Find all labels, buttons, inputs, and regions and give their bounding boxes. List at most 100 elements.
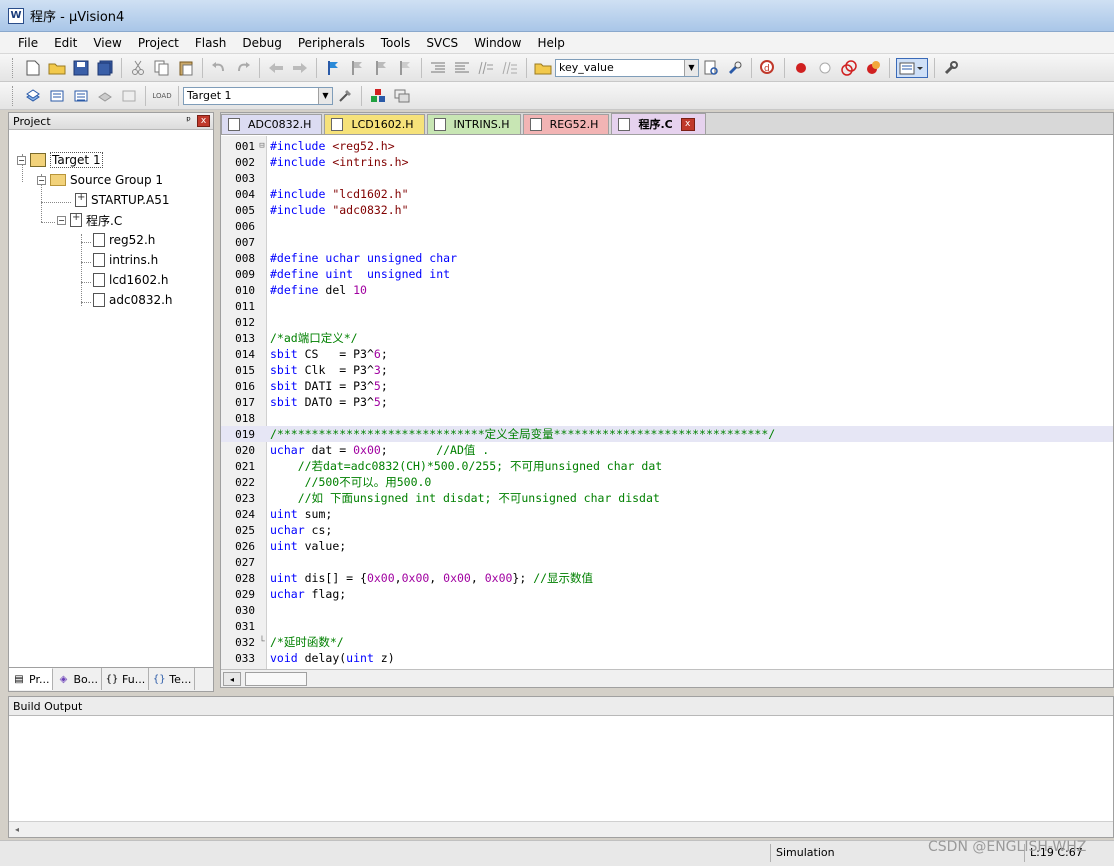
code-line[interactable]: 004 #include "lcd1602.h": [221, 186, 1113, 202]
tree-item-main-c[interactable]: − 程序.C: [57, 210, 122, 230]
nav-back-icon[interactable]: [266, 58, 286, 78]
tab-functions[interactable]: {} Fu...: [102, 668, 150, 690]
chevron-down-icon[interactable]: ▼: [684, 59, 698, 76]
code-line[interactable]: 031: [221, 618, 1113, 634]
target-combo[interactable]: Target 1 ▼: [183, 86, 333, 105]
insert-breakpoint-icon[interactable]: [791, 58, 811, 78]
indent-icon[interactable]: [428, 58, 448, 78]
collapse-icon[interactable]: −: [57, 215, 66, 225]
code-line[interactable]: 032 └/*延时函数*/: [221, 634, 1113, 650]
tree-item-target[interactable]: − Target 1: [17, 150, 103, 170]
tab-templates[interactable]: {} Te...: [149, 668, 196, 690]
tree-item-include[interactable]: intrins.h: [93, 250, 158, 270]
save-icon[interactable]: [71, 58, 91, 78]
toolbar-grip[interactable]: [12, 57, 15, 78]
code-line[interactable]: 023 //如 下面unsigned int disdat; 不可unsigne…: [221, 490, 1113, 506]
build-icon[interactable]: [47, 86, 67, 106]
manage-components-icon[interactable]: [368, 86, 388, 106]
unindent-icon[interactable]: [452, 58, 472, 78]
wrench-icon[interactable]: [941, 58, 961, 78]
bookmark-icon[interactable]: [323, 58, 343, 78]
code-line[interactable]: 008 #define uchar unsigned char: [221, 250, 1113, 266]
scroll-thumb[interactable]: [245, 672, 307, 686]
debug-session-icon[interactable]: d: [758, 58, 778, 78]
window-layout-icon[interactable]: [896, 57, 928, 78]
fold-marker[interactable]: └: [257, 637, 267, 647]
menu-svcs[interactable]: SVCS: [418, 36, 466, 50]
disable-breakpoints-icon[interactable]: [839, 58, 859, 78]
code-line[interactable]: 019 /******************************定义全局变量…: [221, 426, 1113, 442]
code-line[interactable]: 015 sbit Clk = P3^3;: [221, 362, 1113, 378]
tree-item-include[interactable]: reg52.h: [93, 230, 155, 250]
code-line[interactable]: 027: [221, 554, 1113, 570]
close-tab-icon[interactable]: x: [680, 117, 695, 131]
code-line[interactable]: 012: [221, 314, 1113, 330]
code-line[interactable]: 022 //500不可以。用500.0: [221, 474, 1113, 490]
code-area[interactable]: 001 ⊟ #include <reg52.h> 002 #include <intri…: [221, 136, 1113, 670]
code-line[interactable]: 005 #include "adc0832.h": [221, 202, 1113, 218]
incremental-find-icon[interactable]: [725, 58, 745, 78]
code-line[interactable]: 014 sbit CS = P3^6;: [221, 346, 1113, 362]
fold-marker[interactable]: ⊟: [257, 141, 267, 151]
copy-icon[interactable]: [152, 58, 172, 78]
code-line[interactable]: 025 uchar cs;: [221, 522, 1113, 538]
code-line[interactable]: 026 uint value;: [221, 538, 1113, 554]
close-icon[interactable]: x: [197, 115, 210, 127]
code-line[interactable]: 003: [221, 170, 1113, 186]
translate-icon[interactable]: [23, 86, 43, 106]
code-line[interactable]: 010 #define del 10: [221, 282, 1113, 298]
editor-tab[interactable]: LCD1602.H: [324, 114, 425, 134]
menu-peripherals[interactable]: Peripherals: [290, 36, 373, 50]
menu-tools[interactable]: Tools: [373, 36, 419, 50]
tab-project[interactable]: ▤ Pr...: [9, 668, 54, 690]
editor-tab[interactable]: ADC0832.H: [221, 114, 323, 134]
code-line[interactable]: 017 sbit DATO = P3^5;: [221, 394, 1113, 410]
next-bookmark-icon[interactable]: [371, 58, 391, 78]
menu-edit[interactable]: Edit: [46, 36, 85, 50]
menu-flash[interactable]: Flash: [187, 36, 234, 50]
code-line[interactable]: 002 #include <intrins.h>: [221, 154, 1113, 170]
code-line[interactable]: 006: [221, 218, 1113, 234]
code-line[interactable]: 030: [221, 602, 1113, 618]
collapse-icon[interactable]: −: [37, 175, 46, 185]
enable-breakpoint-icon[interactable]: [815, 58, 835, 78]
editor-tab[interactable]: REG52.H: [522, 114, 610, 134]
menu-project[interactable]: Project: [130, 36, 187, 50]
code-line[interactable]: 024 uint sum;: [221, 506, 1113, 522]
editor-tab[interactable]: INTRINS.H: [426, 114, 521, 134]
download-icon[interactable]: LOAD: [152, 86, 172, 106]
redo-icon[interactable]: [233, 58, 253, 78]
code-line[interactable]: 001 ⊟ #include <reg52.h>: [221, 138, 1113, 154]
undo-icon[interactable]: [209, 58, 229, 78]
build-output-scrollbar[interactable]: ◂: [9, 821, 1113, 837]
code-line[interactable]: 007: [221, 234, 1113, 250]
tab-books[interactable]: ◈ Bo...: [53, 668, 103, 690]
editor-tab[interactable]: 程序.C x: [611, 113, 706, 134]
menu-window[interactable]: Window: [466, 36, 529, 50]
nav-forward-icon[interactable]: [290, 58, 310, 78]
code-line[interactable]: 013 /*ad端口定义*/: [221, 330, 1113, 346]
code-line[interactable]: 021 //若dat=adc0832(CH)*500.0/255; 不可用uns…: [221, 458, 1113, 474]
comment-icon[interactable]: [476, 58, 496, 78]
kill-breakpoints-icon[interactable]: [863, 58, 883, 78]
find-in-files-icon[interactable]: [533, 58, 553, 78]
clear-bookmarks-icon[interactable]: [395, 58, 415, 78]
find-combo[interactable]: key_value ▼: [555, 58, 699, 77]
save-all-icon[interactable]: [95, 58, 115, 78]
pin-icon[interactable]: ᵖ: [186, 114, 191, 127]
new-file-icon[interactable]: [23, 58, 43, 78]
scroll-left-icon[interactable]: ◂: [15, 825, 19, 834]
rebuild-icon[interactable]: [71, 86, 91, 106]
code-line[interactable]: 029 uchar flag;: [221, 586, 1113, 602]
code-line[interactable]: 018: [221, 410, 1113, 426]
tree-item-include[interactable]: lcd1602.h: [93, 270, 169, 290]
target-options-icon[interactable]: [335, 86, 355, 106]
chevron-down-icon[interactable]: ▼: [318, 87, 332, 104]
code-line[interactable]: 033 void delay(uint z): [221, 650, 1113, 666]
collapse-icon[interactable]: −: [17, 155, 26, 165]
code-line[interactable]: 009 #define uint unsigned int: [221, 266, 1113, 282]
horizontal-scrollbar[interactable]: ◂: [221, 669, 1113, 687]
tree-item-source-group[interactable]: − Source Group 1: [37, 170, 163, 190]
stop-build-icon[interactable]: [119, 86, 139, 106]
paste-icon[interactable]: [176, 58, 196, 78]
